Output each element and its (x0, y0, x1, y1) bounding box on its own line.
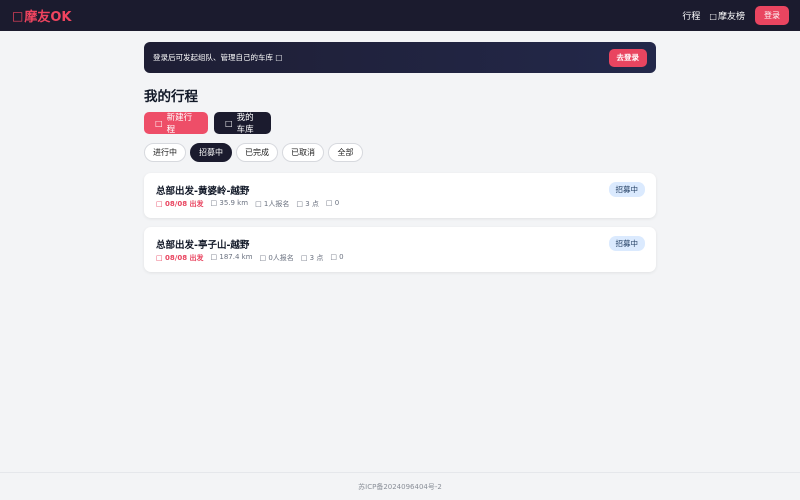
trip-signups: □ 1人报名 (255, 200, 290, 208)
nav-link-trips[interactable]: 行程 (682, 9, 700, 22)
trip-points: □ 3 点 (296, 200, 319, 208)
trip-date: □ 08/08 出发 (156, 200, 204, 208)
my-garage-label: 我的车库 (236, 113, 254, 135)
page-title: 我的行程 (144, 89, 198, 105)
trip-title: 总部出发-黄婆岭-越野 (156, 186, 250, 197)
status-badge: 招募中 (608, 182, 645, 197)
trip-date: □ 08/08 出发 (156, 254, 204, 262)
new-trip-button[interactable]: □ 新建行程 (144, 112, 208, 135)
filter-cancelled[interactable]: 已取消 (282, 143, 324, 162)
status-badge: 招募中 (608, 236, 645, 251)
filter-all[interactable]: 全部 (328, 143, 363, 162)
trip-comments: □ 0 (325, 199, 340, 207)
trip-meta: □ 08/08 出发 □ 187.4 km □ 0人报名 □ 3 点 □ 0 (156, 253, 351, 263)
my-garage-button[interactable]: □ 我的车库 (214, 112, 271, 135)
trip-comments: □ 0 (330, 253, 344, 261)
filter-recruiting[interactable]: 招募中 (190, 143, 232, 162)
nav-link-leaderboard-label: 摩友榜 (717, 12, 745, 22)
trip-points: □ 3 点 (300, 254, 324, 262)
trip-title: 总部出发-亭子山-越野 (156, 240, 250, 251)
trip-card[interactable]: 总部出发-黄婆岭-越野 □ 08/08 出发 □ 35.9 km □ 1人报名 … (144, 173, 656, 218)
icp-record-link[interactable]: 苏ICP备2024096404号-2 (358, 482, 442, 492)
logo-icon: □ (12, 8, 24, 23)
garage-icon: □ (225, 118, 233, 128)
plus-icon: □ (155, 118, 163, 128)
login-button[interactable]: 登录 (755, 6, 789, 25)
login-prompt-banner: 登录后可发起组队、管理自己的车库 □ 去登录 (144, 42, 656, 73)
top-navbar: □ 摩友OK 行程 □摩友榜 登录 (0, 0, 800, 31)
trophy-icon: □ (709, 12, 717, 21)
trip-list: 总部出发-黄婆岭-越野 □ 08/08 出发 □ 35.9 km □ 1人报名 … (144, 173, 656, 272)
action-buttons: □ 新建行程 □ 我的车库 (144, 112, 656, 135)
main-content: 登录后可发起组队、管理自己的车库 □ 去登录 我的行程 □ 新建行程 □ 我的车… (144, 42, 656, 281)
trip-meta: □ 08/08 出发 □ 35.9 km □ 1人报名 □ 3 点 □ 0 (156, 199, 346, 209)
nav-menu: 行程 □摩友榜 登录 (682, 6, 789, 25)
nav-link-leaderboard[interactable]: □摩友榜 (709, 9, 745, 22)
go-login-button[interactable]: 去登录 (608, 48, 647, 67)
filter-completed[interactable]: 已完成 (236, 143, 278, 162)
filter-ongoing[interactable]: 进行中 (144, 143, 186, 162)
footer: 苏ICP备2024096404号-2 (0, 472, 800, 500)
trip-distance: □ 35.9 km (210, 199, 249, 207)
brand-logo[interactable]: □ 摩友OK (12, 6, 72, 26)
new-trip-label: 新建行程 (166, 113, 193, 135)
trip-distance: □ 187.4 km (210, 253, 253, 261)
status-filter-tabs: 进行中 招募中 已完成 已取消 全部 (144, 143, 656, 162)
banner-text: 登录后可发起组队、管理自己的车库 □ (153, 53, 283, 62)
logo-text: 摩友OK (24, 10, 72, 25)
trip-signups: □ 0人报名 (259, 254, 294, 262)
trip-card[interactable]: 总部出发-亭子山-越野 □ 08/08 出发 □ 187.4 km □ 0人报名… (144, 227, 656, 272)
